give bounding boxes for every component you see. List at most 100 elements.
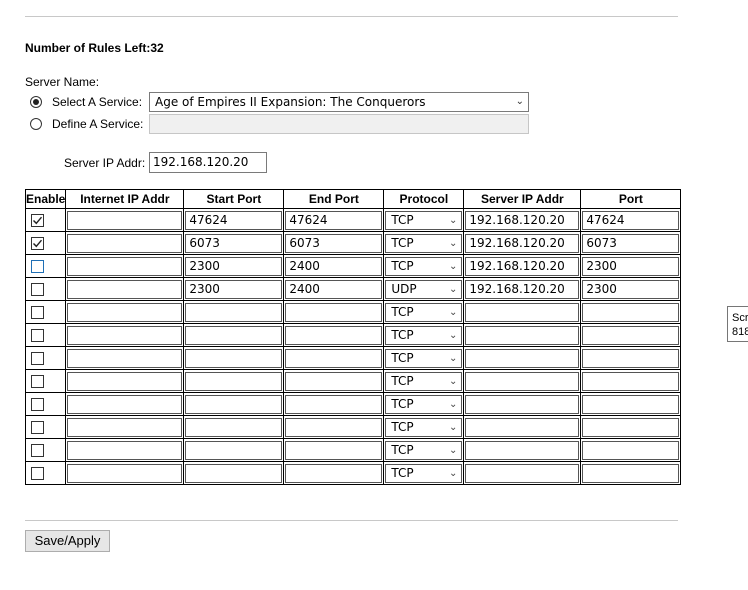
end-port-input[interactable]: 2400	[285, 279, 383, 299]
internet-ip-input[interactable]	[67, 233, 183, 253]
chevron-down-icon: ⌄	[448, 237, 458, 249]
internet-ip-input[interactable]	[67, 302, 183, 322]
end-port-input[interactable]: 2400	[285, 256, 383, 276]
server-ip-cell-input[interactable]	[465, 394, 580, 414]
internet-ip-input[interactable]	[67, 394, 183, 414]
service-dropdown-value: Age of Empires II Expansion: The Conquer…	[155, 95, 426, 109]
save-apply-button[interactable]: Save/Apply	[25, 530, 110, 552]
end-port-input[interactable]	[285, 463, 383, 483]
enable-checkbox[interactable]	[31, 420, 44, 434]
protocol-select[interactable]: TCP ⌄	[385, 233, 463, 253]
end-port-input[interactable]	[285, 371, 383, 391]
server-ip-cell-input[interactable]	[465, 417, 580, 437]
select-service-radio[interactable]	[30, 96, 42, 108]
port-input[interactable]: 2300	[582, 256, 680, 276]
port-input[interactable]	[582, 463, 680, 483]
port-input[interactable]	[582, 394, 680, 414]
start-port-input[interactable]: 47624	[185, 210, 283, 230]
end-port-input[interactable]: 6073	[285, 233, 383, 253]
protocol-select[interactable]: TCP ⌄	[385, 210, 463, 230]
server-ip-cell-input[interactable]	[465, 302, 580, 322]
enable-cell	[26, 301, 67, 324]
end-port-input[interactable]	[285, 440, 383, 460]
enable-checkbox[interactable]	[31, 282, 44, 296]
server-ip-cell-input[interactable]	[465, 348, 580, 368]
start-port-input[interactable]	[185, 348, 283, 368]
port-input[interactable]	[582, 302, 680, 322]
start-port-input[interactable]	[185, 325, 283, 345]
protocol-select[interactable]: TCP ⌄	[385, 463, 463, 483]
port-input[interactable]: 6073	[582, 233, 680, 253]
enable-checkbox[interactable]	[31, 466, 44, 480]
enable-checkbox[interactable]	[31, 328, 44, 342]
internet-ip-input[interactable]	[67, 279, 183, 299]
enable-checkbox[interactable]	[31, 236, 44, 250]
table-header-row: Enable Internet IP Addr Start Port End P…	[26, 190, 682, 209]
protocol-select[interactable]: TCP ⌄	[385, 256, 463, 276]
server-ip-input[interactable]: 192.168.120.20	[149, 152, 267, 173]
protocol-select[interactable]: TCP ⌄	[385, 394, 463, 414]
start-port-input[interactable]	[185, 417, 283, 437]
server-ip-cell-input[interactable]: 192.168.120.20	[465, 210, 580, 230]
port-input[interactable]	[582, 371, 680, 391]
define-service-radio[interactable]	[30, 118, 42, 130]
server-ip-cell-input[interactable]	[465, 371, 580, 391]
start-port-input[interactable]	[185, 394, 283, 414]
protocol-select[interactable]: TCP ⌄	[385, 440, 463, 460]
internet-ip-input[interactable]	[67, 325, 183, 345]
end-port-input[interactable]	[285, 417, 383, 437]
protocol-select[interactable]: TCP ⌄	[385, 417, 463, 437]
port-input[interactable]	[582, 325, 680, 345]
checkmark-icon	[32, 238, 43, 249]
internet-ip-input[interactable]	[67, 417, 183, 437]
protocol-select[interactable]: TCP ⌄	[385, 302, 463, 322]
server-ip-cell-input[interactable]: 192.168.120.20	[465, 279, 580, 299]
start-port-input[interactable]	[185, 302, 283, 322]
enable-checkbox[interactable]	[31, 443, 44, 457]
select-service-option[interactable]: Select A Service:	[30, 92, 142, 112]
internet-ip-input[interactable]	[67, 463, 183, 483]
enable-checkbox[interactable]	[31, 374, 44, 388]
end-port-input[interactable]	[285, 302, 383, 322]
port-input[interactable]	[582, 417, 680, 437]
server-ip-cell-input[interactable]: 192.168.120.20	[465, 233, 580, 253]
start-port-input[interactable]: 2300	[185, 279, 283, 299]
internet-ip-input[interactable]	[67, 348, 183, 368]
end-port-input[interactable]: 47624	[285, 210, 383, 230]
enable-checkbox[interactable]	[31, 397, 44, 411]
start-port-input[interactable]	[185, 440, 283, 460]
protocol-select[interactable]: TCP ⌄	[385, 371, 463, 391]
start-port-input[interactable]: 6073	[185, 233, 283, 253]
protocol-value: TCP	[391, 327, 414, 342]
end-port-input[interactable]	[285, 394, 383, 414]
enable-checkbox[interactable]	[31, 259, 44, 273]
service-dropdown[interactable]: Age of Empires II Expansion: The Conquer…	[149, 92, 529, 112]
rules-left-count: Number of Rules Left:32	[25, 41, 164, 55]
define-service-option[interactable]: Define A Service:	[30, 114, 143, 134]
internet-ip-input[interactable]	[67, 256, 183, 276]
end-port-input[interactable]	[285, 325, 383, 345]
start-port-input[interactable]	[185, 371, 283, 391]
protocol-select[interactable]: TCP ⌄	[385, 325, 463, 345]
server-ip-cell-input[interactable]	[465, 440, 580, 460]
define-service-input[interactable]	[149, 114, 529, 134]
server-ip-cell-input[interactable]	[465, 325, 580, 345]
port-input[interactable]	[582, 440, 680, 460]
protocol-select[interactable]: TCP ⌄	[385, 348, 463, 368]
enable-cell	[26, 255, 67, 278]
port-input[interactable]: 2300	[582, 279, 680, 299]
internet-ip-input[interactable]	[67, 210, 183, 230]
start-port-input[interactable]	[185, 463, 283, 483]
port-input[interactable]: 47624	[582, 210, 680, 230]
server-ip-cell-input[interactable]	[465, 463, 580, 483]
start-port-input[interactable]: 2300	[185, 256, 283, 276]
server-ip-cell-input[interactable]: 192.168.120.20	[465, 256, 580, 276]
internet-ip-input[interactable]	[67, 440, 183, 460]
enable-checkbox[interactable]	[31, 213, 44, 227]
enable-checkbox[interactable]	[31, 305, 44, 319]
protocol-select[interactable]: UDP ⌄	[385, 279, 463, 299]
enable-checkbox[interactable]	[31, 351, 44, 365]
internet-ip-input[interactable]	[67, 371, 183, 391]
port-input[interactable]	[582, 348, 680, 368]
end-port-input[interactable]	[285, 348, 383, 368]
